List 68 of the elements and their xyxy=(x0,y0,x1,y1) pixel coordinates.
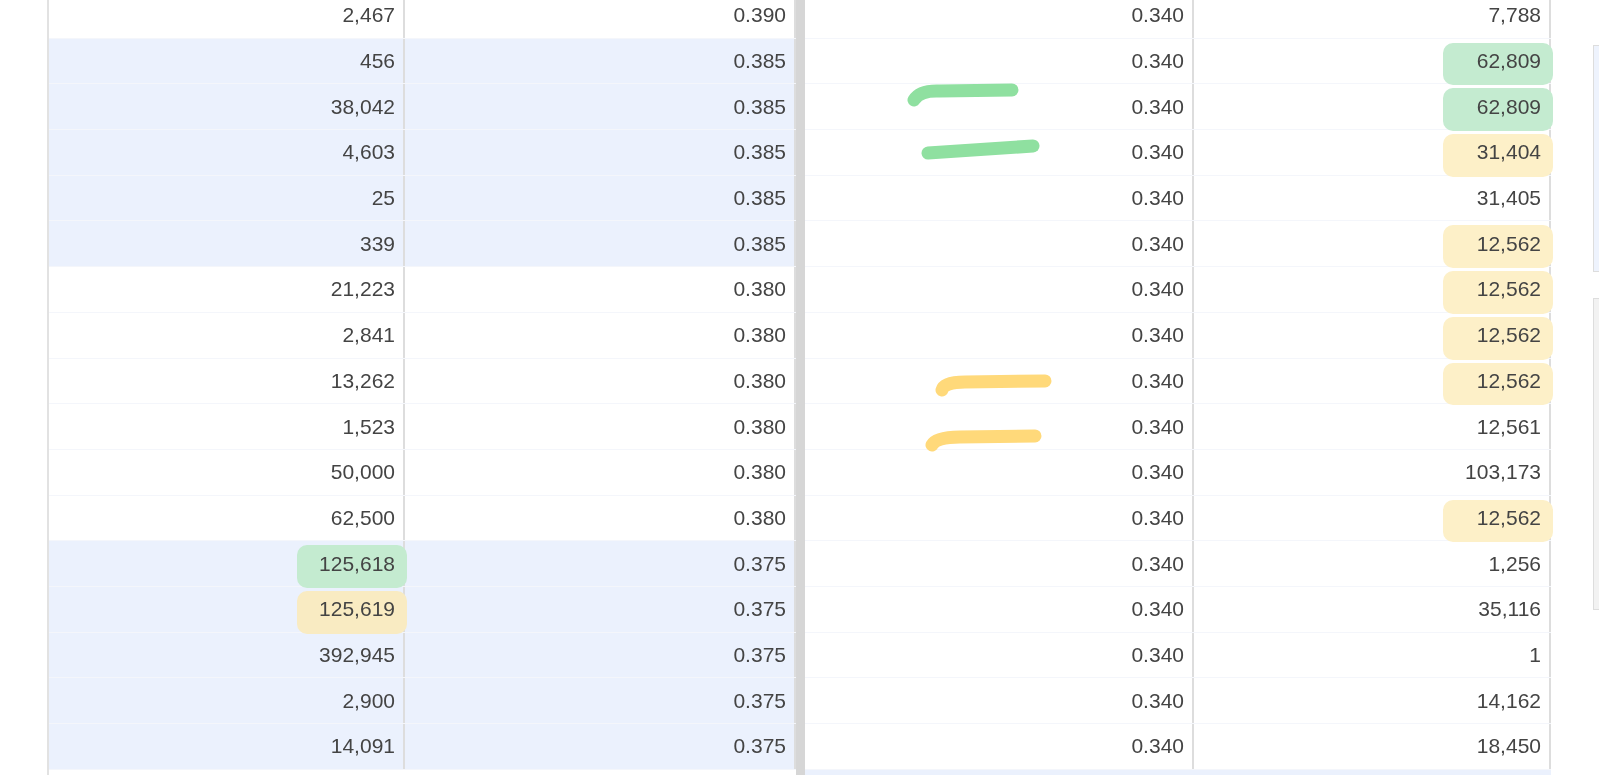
table-cell: 0.340 xyxy=(1131,551,1184,576)
table-cell: 2,900 xyxy=(342,688,395,713)
table-cell: 0.340 xyxy=(1131,368,1184,393)
table-cell: 0.340 xyxy=(1131,231,1184,256)
table-cell: 62,809 xyxy=(1476,49,1541,74)
table-cell: 103,173 xyxy=(1465,460,1541,485)
table-cell: 0.385 xyxy=(733,94,786,119)
table-cell: 18,450 xyxy=(1476,734,1541,759)
table-cell: 2,467 xyxy=(342,3,395,28)
table-cell: 339 xyxy=(359,231,395,256)
table-cell: 62,500 xyxy=(330,505,395,530)
table-cell: 12,562 xyxy=(1476,505,1541,530)
table-cell: 0.340 xyxy=(1131,597,1184,622)
table-cell: 14,162 xyxy=(1476,688,1541,713)
table-cell: 0.380 xyxy=(733,277,786,302)
table-cell: 50,000 xyxy=(330,460,395,485)
table-cell: 456 xyxy=(359,49,395,74)
table-cell: 0.390 xyxy=(733,3,786,28)
table-cell: 0.340 xyxy=(1131,49,1184,74)
table-cell: 0.340 xyxy=(1131,277,1184,302)
table-cell: 12,562 xyxy=(1476,231,1541,256)
table-cell: 0.375 xyxy=(733,597,786,622)
table-cell: 0.375 xyxy=(733,551,786,576)
table-cell: 21,223 xyxy=(330,277,395,302)
table-cell: 1,256 xyxy=(1488,551,1541,576)
table-cell: 12,562 xyxy=(1476,323,1541,348)
table-cell: 0.340 xyxy=(1131,460,1184,485)
table-cell: 0.340 xyxy=(1131,94,1184,119)
table-cell: 125,619 xyxy=(319,597,395,622)
table-cell: 4,603 xyxy=(342,140,395,165)
table-cell: 0.380 xyxy=(733,460,786,485)
table-cell: 12,562 xyxy=(1476,277,1541,302)
table-cell: 0.340 xyxy=(1131,140,1184,165)
table-cell: 0.340 xyxy=(1131,414,1184,439)
table-cell: 0.380 xyxy=(733,368,786,393)
table-cell: 0.340 xyxy=(1131,688,1184,713)
table-cell: 0.385 xyxy=(733,186,786,211)
table-cell: 14,091 xyxy=(330,734,395,759)
table-cell: 0.375 xyxy=(733,734,786,759)
table-cell: 0.340 xyxy=(1131,734,1184,759)
table-cell: 0.385 xyxy=(733,140,786,165)
table-cell: 7,788 xyxy=(1488,3,1541,28)
table-cell: 12,561 xyxy=(1476,414,1541,439)
table-cell: 125,618 xyxy=(319,551,395,576)
table-cell: 0.375 xyxy=(733,642,786,667)
table-cell: 0.385 xyxy=(733,49,786,74)
table-cell: 0.340 xyxy=(1131,323,1184,348)
table-cell: 31,405 xyxy=(1476,186,1541,211)
table-cell: 1 xyxy=(1529,642,1541,667)
table-cell: 25 xyxy=(371,186,395,211)
table-cell: 31,404 xyxy=(1476,140,1541,165)
table-cell: 0.340 xyxy=(1131,505,1184,530)
table-cell: 0.340 xyxy=(1131,642,1184,667)
table-cell: 0.340 xyxy=(1131,3,1184,28)
table-cell: 13,262 xyxy=(330,368,395,393)
table-cell: 1,523 xyxy=(342,414,395,439)
table-cell: 38,042 xyxy=(330,94,395,119)
table-cell: 392,945 xyxy=(319,642,395,667)
table-cell: 62,809 xyxy=(1476,94,1541,119)
table-cell: 35,116 xyxy=(1478,597,1541,622)
table-cell: 0.380 xyxy=(733,505,786,530)
table-cell: 0.380 xyxy=(733,414,786,439)
table-cell: 0.340 xyxy=(1131,186,1184,211)
table-cell: 0.385 xyxy=(733,231,786,256)
table-cell: 2,841 xyxy=(342,323,395,348)
table-cell: 12,562 xyxy=(1476,368,1541,393)
table-cell: 0.380 xyxy=(733,323,786,348)
table-cell: 0.375 xyxy=(733,688,786,713)
